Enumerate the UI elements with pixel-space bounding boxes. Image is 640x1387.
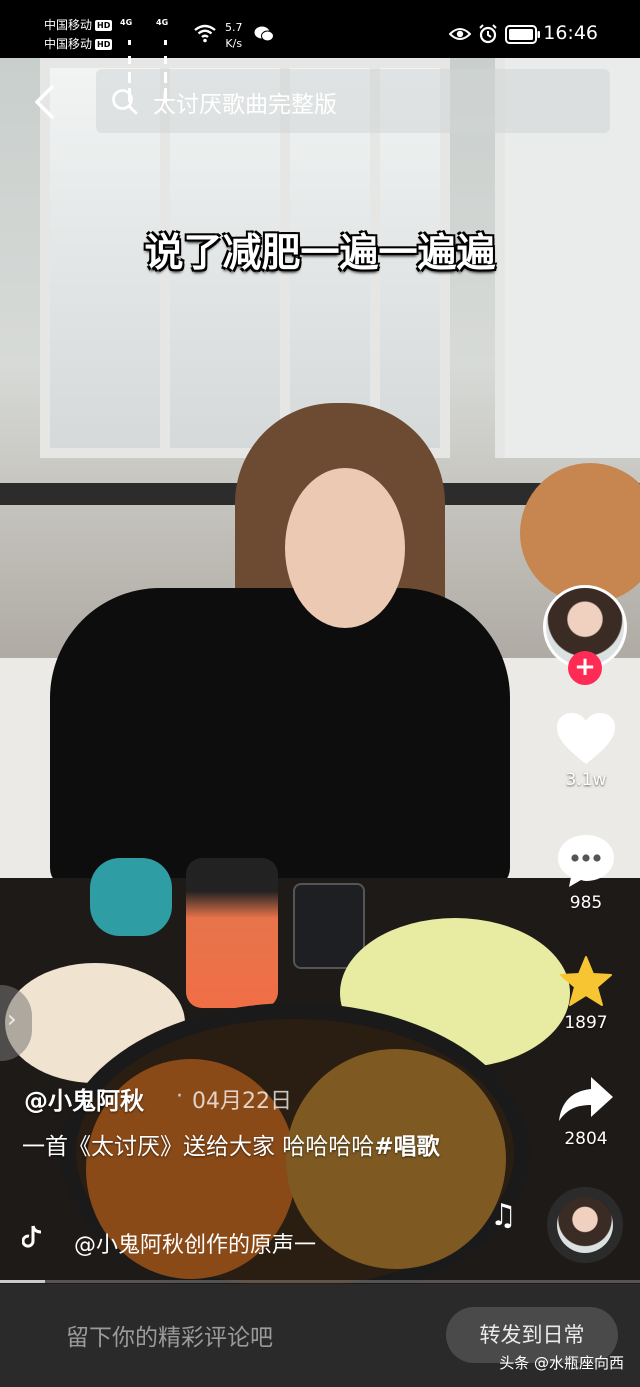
like-count: 3.1w: [565, 770, 607, 790]
carrier-1: 中国移动 HD: [44, 18, 113, 32]
follow-button[interactable]: +: [568, 651, 602, 685]
video-progress-bar[interactable]: [0, 1280, 640, 1283]
carrier-2: 中国移动 HD: [44, 37, 113, 51]
battery-icon: [505, 25, 540, 44]
wechat-icon: [254, 26, 274, 42]
music-note-icon: ♫: [490, 1198, 517, 1233]
search-icon: [112, 89, 138, 115]
favorite-button[interactable]: 1897: [548, 955, 624, 1033]
post-description: 一首《太讨厌》送给大家 哈哈哈哈#唱歌: [22, 1134, 440, 1160]
person-dress: [50, 588, 510, 888]
tiktok-note-icon: [22, 1225, 42, 1248]
author-name[interactable]: @小鬼阿秋: [24, 1081, 144, 1116]
music-title: @小鬼阿秋创作的原声一: [74, 1233, 317, 1258]
search-bar[interactable]: 太讨厌歌曲完整版: [96, 69, 610, 133]
person-face: [285, 468, 405, 628]
post-date: 04月22日: [192, 1089, 292, 1114]
separator-dot: ·: [176, 1084, 183, 1109]
watermark: 头条 @水瓶座向西: [499, 1354, 624, 1372]
wifi-icon: [194, 24, 216, 43]
clock: 16:46: [543, 22, 598, 44]
music-disc[interactable]: [547, 1187, 623, 1263]
search-query: 太讨厌歌曲完整版: [153, 92, 337, 118]
comment-count: 985: [569, 893, 603, 913]
alarm-icon: [479, 24, 497, 44]
chevron-right-icon: ›: [7, 1005, 17, 1033]
eye-icon: [449, 28, 471, 40]
favorite-count: 1897: [564, 1013, 608, 1033]
share-count: 2804: [564, 1129, 608, 1149]
share-button[interactable]: 2804: [548, 1075, 624, 1149]
comment-icon: [558, 835, 614, 887]
share-arrow-icon: [559, 1077, 613, 1121]
status-bar: 中国移动 HD 中国移动 HD 4G 4G 5.7 K/s 16:46: [0, 0, 640, 102]
star-icon: [560, 956, 612, 1006]
video-caption: 说了减肥一遍一遍遍: [144, 231, 496, 276]
heart-icon: [557, 713, 615, 764]
comment-input[interactable]: 留下你的精彩评论吧: [66, 1318, 273, 1352]
comment-button[interactable]: 985: [548, 833, 624, 913]
like-button[interactable]: 3.1w: [548, 712, 624, 790]
hashtag-link[interactable]: #唱歌: [374, 1134, 439, 1160]
network-speed: 5.7 K/s: [225, 21, 243, 50]
back-arrow-icon[interactable]: [30, 84, 60, 120]
jar: [90, 858, 172, 936]
speaker: [186, 858, 278, 1008]
bottom-bar: 留下你的精彩评论吧 转发到日常 头条 @水瓶座向西: [0, 1284, 640, 1387]
